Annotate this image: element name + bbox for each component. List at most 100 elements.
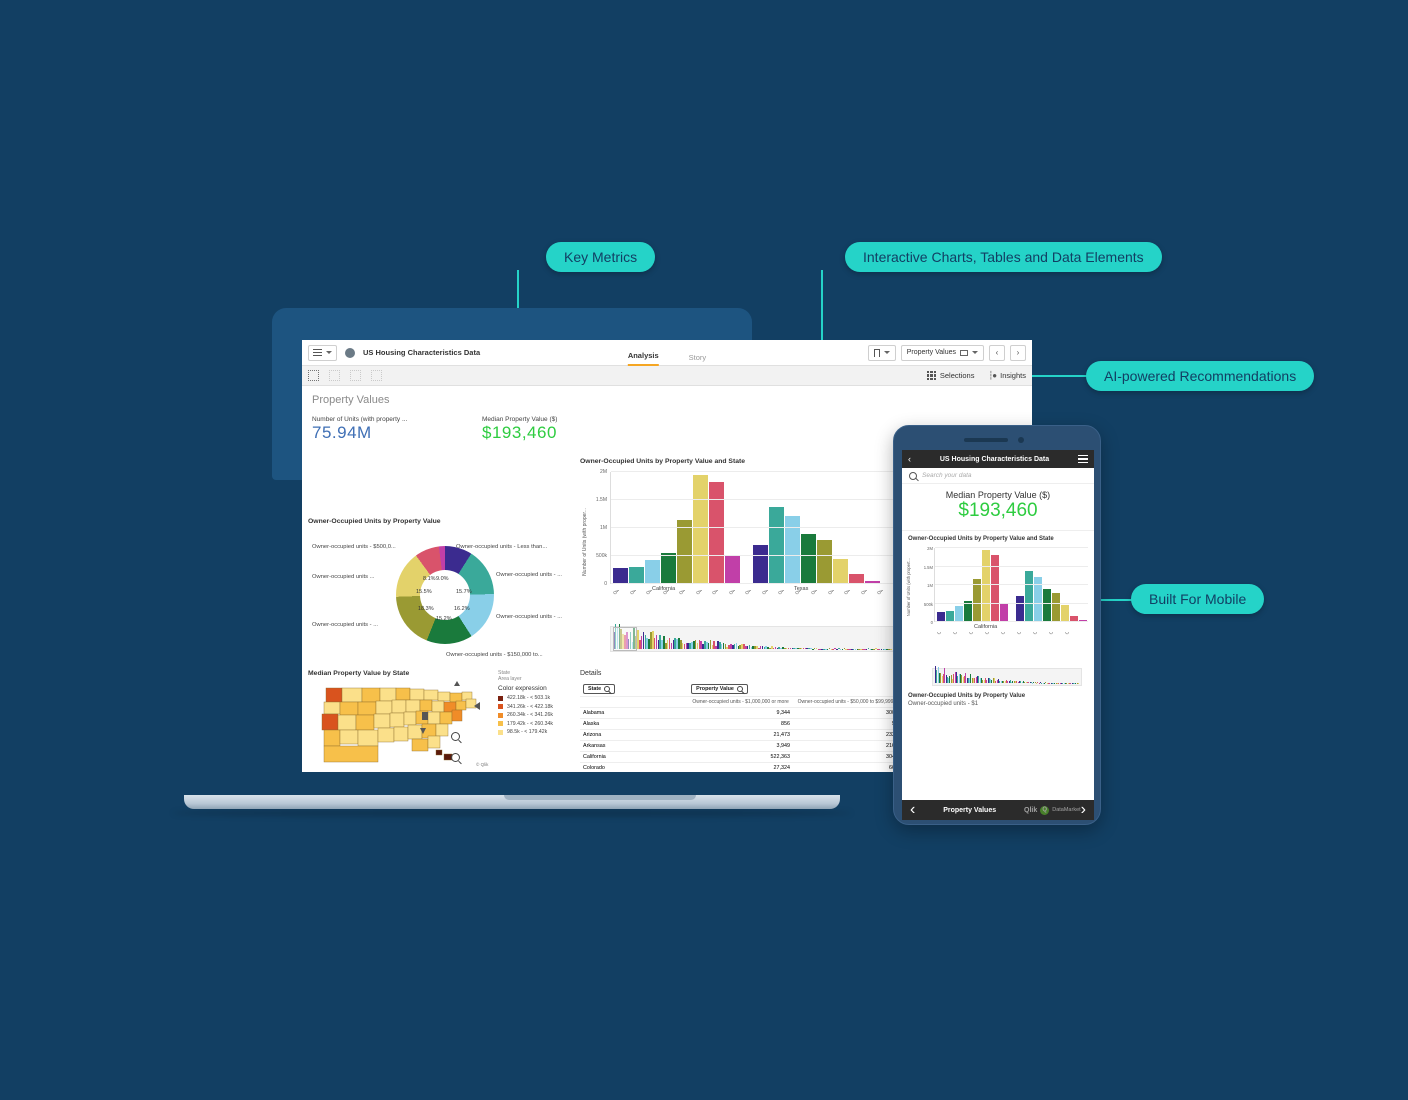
mobile-header: ‹ US Housing Characteristics Data	[902, 450, 1094, 468]
bar[interactable]	[1061, 605, 1069, 622]
bar[interactable]	[1025, 571, 1033, 622]
step-forward-icon[interactable]	[350, 370, 361, 381]
table-row[interactable]: Colorado 27,324 66	[580, 763, 898, 772]
legend-item[interactable]: 422.18k - < 503.1k	[498, 695, 576, 701]
bar[interactable]	[661, 553, 676, 584]
bar[interactable]	[725, 555, 740, 584]
bar-chart-panel[interactable]: Owner-Occupied Units by Property Value a…	[580, 458, 898, 663]
bar[interactable]	[833, 559, 848, 584]
selections-button[interactable]: Selections	[927, 371, 975, 380]
bar[interactable]	[973, 579, 981, 622]
cell-state[interactable]: Colorado	[580, 763, 688, 772]
cell-value-2[interactable]: 66	[793, 763, 898, 772]
sheet-selector[interactable]: Property Values	[901, 345, 984, 361]
step-back-icon[interactable]	[329, 370, 340, 381]
bar[interactable]	[613, 568, 628, 584]
cell-state[interactable]: Arkansas	[580, 741, 688, 752]
sheet-icon	[960, 350, 968, 356]
mobile-datamarket-label: DataMarket	[1052, 807, 1080, 813]
donut-label-2: Owner-occupied units - ...	[496, 614, 562, 620]
mobile-bar-chart[interactable]: Number of Units (with propert... 0 500k 1M…	[906, 544, 1090, 662]
tab-analysis[interactable]: Analysis	[628, 351, 659, 366]
map-panel[interactable]: Median Property Value by State © Qlik	[308, 670, 498, 770]
bar[interactable]	[1000, 603, 1008, 622]
mobile-next-sheet-icon[interactable]: ›	[1081, 801, 1086, 819]
table-row[interactable]: Arkansas 3,949 216	[580, 741, 898, 752]
gridline	[611, 471, 894, 472]
bar[interactable]	[785, 516, 800, 584]
legend-items: 422.18k - < 503.1k 341.26k - < 422.18k 260…	[498, 695, 576, 735]
bar-chart-minimap-scrollbar[interactable]	[610, 626, 894, 652]
minimap-handle[interactable]	[613, 627, 637, 651]
bar[interactable]	[1052, 593, 1060, 622]
bar[interactable]	[677, 520, 692, 584]
table-row[interactable]: Arizona 21,473 232	[580, 730, 898, 741]
bar[interactable]	[964, 601, 972, 622]
donut-label-3: Owner-occupied units - $150,000 to...	[446, 652, 543, 658]
cell-value-2[interactable]: 216	[793, 741, 898, 752]
mobile-minimap-scrollbar[interactable]	[932, 668, 1082, 686]
selection-search-icon[interactable]	[308, 370, 319, 381]
cell-value-1[interactable]: 27,324	[688, 763, 793, 772]
bar[interactable]	[982, 550, 990, 622]
y-axis-tick: 1M	[583, 525, 607, 531]
bar[interactable]	[645, 560, 660, 584]
bar[interactable]	[629, 567, 644, 584]
legend-item[interactable]: 260.34k - < 341.26k	[498, 712, 576, 718]
donut-chart-panel[interactable]: Owner-Occupied Units by Property Value 9…	[308, 518, 580, 663]
kpi-number-of-units[interactable]: Number of Units (with property ... 75.94…	[308, 416, 478, 443]
cell-value-1[interactable]: 856	[688, 719, 793, 730]
column-header-1[interactable]: Owner-occupied units - $1,000,000 or mor…	[688, 697, 793, 708]
search-icon[interactable]	[604, 686, 610, 692]
insights-button[interactable]: ┆● Insights	[988, 371, 1026, 380]
bar[interactable]	[955, 606, 963, 622]
bar[interactable]	[693, 475, 708, 584]
menu-button[interactable]	[308, 345, 337, 361]
field-button-property-value-label: Property Value	[696, 686, 734, 692]
previous-sheet-button[interactable]: ‹	[989, 345, 1005, 361]
table-row[interactable]: Alabama 9,344 300	[580, 708, 898, 719]
cell-state[interactable]: California	[580, 752, 688, 763]
legend-item[interactable]: 341.26k - < 422.18k	[498, 704, 576, 710]
details-table-panel[interactable]: Details State Property Value Owner-occup…	[580, 670, 898, 772]
cell-value-2[interactable]: 304	[793, 752, 898, 763]
cell-state[interactable]: Alaska	[580, 719, 688, 730]
bar[interactable]	[801, 534, 816, 584]
bar[interactable]	[753, 545, 768, 584]
cell-value-1[interactable]: 9,344	[688, 708, 793, 719]
bar[interactable]	[769, 507, 784, 584]
bar[interactable]	[1043, 589, 1051, 622]
map-zoom-out-icon[interactable]	[451, 753, 460, 762]
mobile-search-bar[interactable]: Search your data	[902, 468, 1094, 484]
hamburger-icon[interactable]	[1078, 455, 1088, 464]
clear-selections-icon[interactable]	[371, 370, 382, 381]
field-button-state[interactable]: State	[583, 684, 615, 694]
column-header-2[interactable]: Owner-occupied units - $50,000 to $99,99…	[793, 697, 898, 708]
bar[interactable]	[817, 540, 832, 584]
table-row[interactable]: Alaska8565	[580, 719, 898, 730]
bookmarks-button[interactable]	[868, 345, 896, 361]
search-icon[interactable]	[737, 686, 743, 692]
cell-state[interactable]: Alabama	[580, 708, 688, 719]
kpi-median-property-value[interactable]: Median Property Value ($) $193,460	[478, 416, 608, 443]
legend-item[interactable]: 98.5k - < 179.42k	[498, 729, 576, 735]
cell-value-1[interactable]: 522,363	[688, 752, 793, 763]
us-choropleth-map[interactable]	[308, 680, 498, 766]
cell-value-1[interactable]: 3,949	[688, 741, 793, 752]
bar[interactable]	[709, 482, 724, 584]
cell-value-2[interactable]: 5	[793, 719, 898, 730]
donut-pct-2: 16.2%	[454, 606, 470, 612]
table-row[interactable]: California 522,363 304	[580, 752, 898, 763]
bar[interactable]	[1016, 596, 1024, 622]
cell-value-2[interactable]: 300	[793, 708, 898, 719]
map-zoom-in-icon[interactable]	[451, 732, 460, 741]
cell-value-2[interactable]: 232	[793, 730, 898, 741]
field-button-property-value[interactable]: Property Value	[691, 684, 748, 694]
mobile-kpi[interactable]: Median Property Value ($) $193,460	[902, 484, 1094, 531]
cell-state[interactable]: Arizona	[580, 730, 688, 741]
legend-item[interactable]: 179.42k - < 260.34k	[498, 721, 576, 727]
x-axis-category: California	[652, 586, 675, 592]
cell-value-1[interactable]: 21,473	[688, 730, 793, 741]
tab-story[interactable]: Story	[689, 353, 707, 366]
next-sheet-button[interactable]: ›	[1010, 345, 1026, 361]
